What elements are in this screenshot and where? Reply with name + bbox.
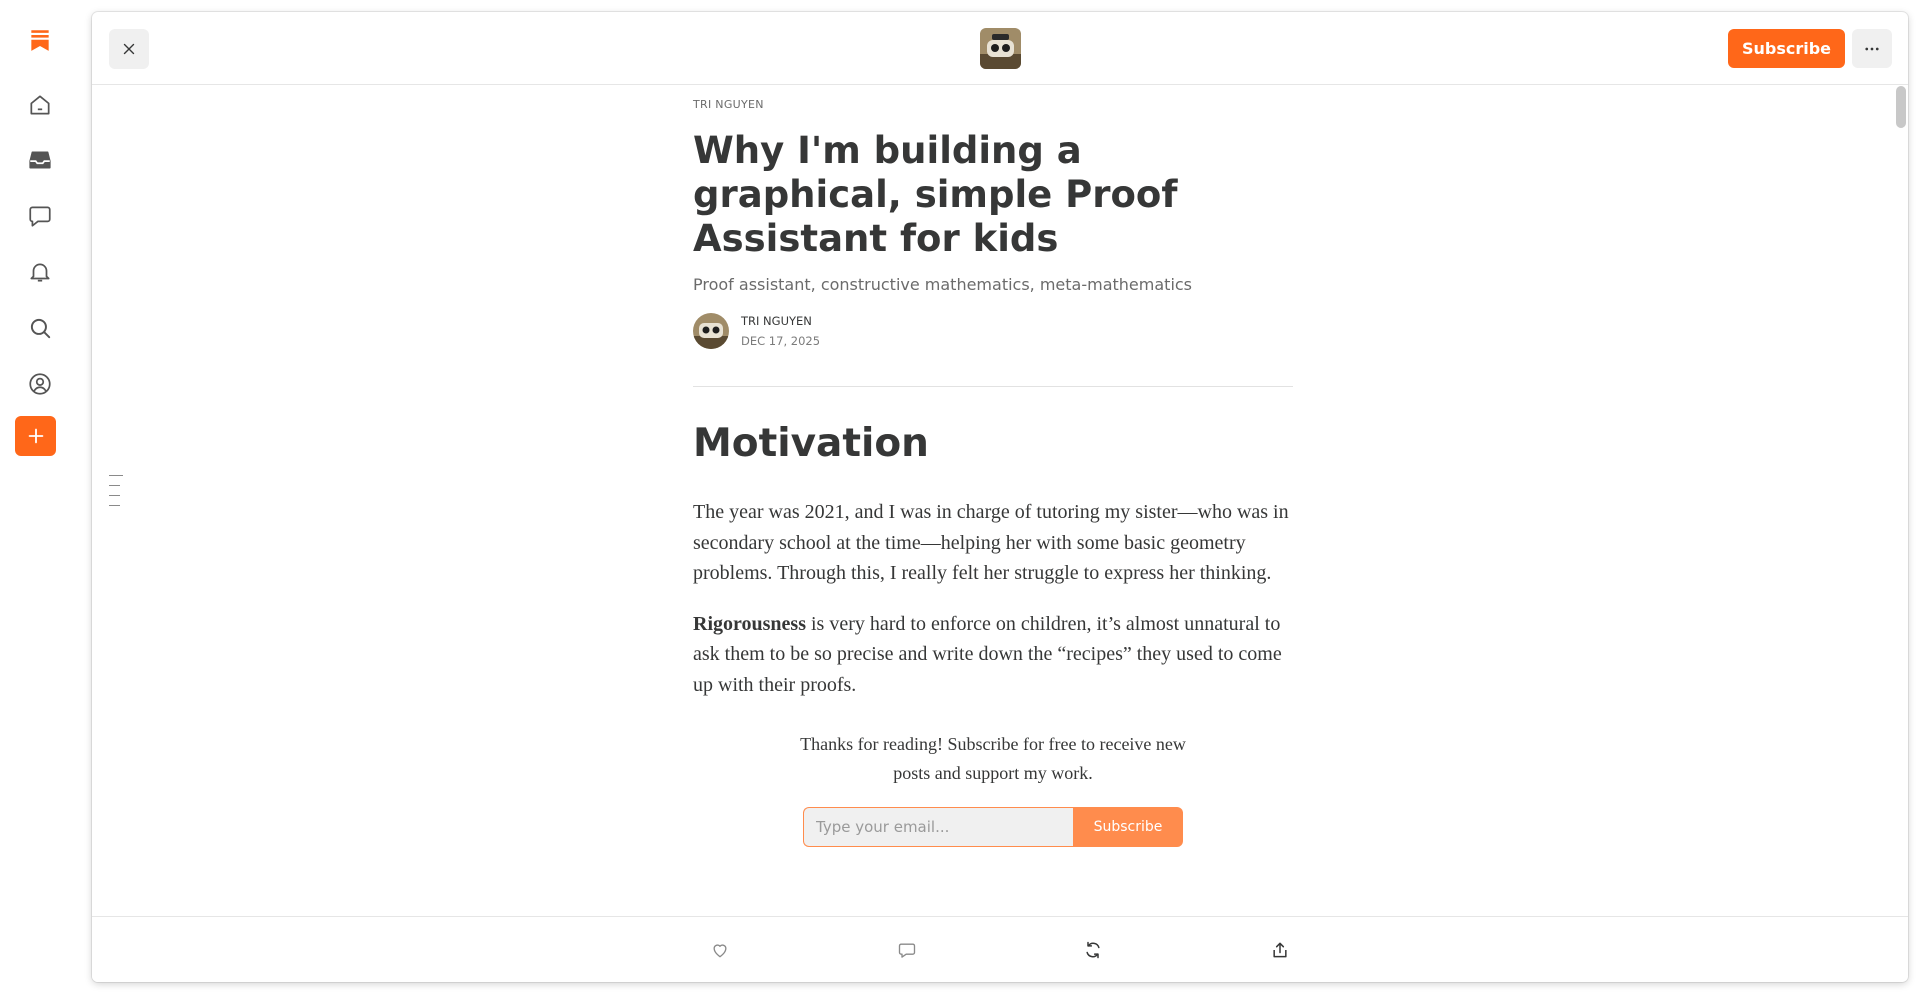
like-button[interactable] [707, 937, 733, 963]
share-button[interactable] [1267, 937, 1293, 963]
home-icon[interactable] [20, 85, 60, 125]
table-of-contents-toggle[interactable] [109, 475, 123, 515]
subscribe-submit-button[interactable]: Subscribe [1073, 807, 1183, 847]
inbox-icon[interactable] [20, 140, 60, 180]
scrollbar-thumb[interactable] [1896, 86, 1906, 128]
toc-line [109, 485, 120, 486]
comment-icon [898, 943, 916, 958]
plus-icon [28, 428, 43, 444]
subscribe-widget: Thanks for reading! Subscribe for free t… [693, 730, 1293, 847]
reader-top-bar: Subscribe [92, 12, 1908, 85]
publication-name[interactable]: TRI NGUYEN [693, 97, 1293, 113]
byline: TRI NGUYEN DEC 17, 2025 [693, 313, 1293, 353]
publication-logo[interactable] [980, 28, 1021, 69]
post-date: DEC 17, 2025 [741, 334, 821, 348]
create-post-button[interactable] [15, 416, 56, 456]
search-icon[interactable] [20, 308, 60, 348]
subscribe-button[interactable]: Subscribe [1728, 29, 1845, 68]
bold-term: Rigorousness [693, 612, 806, 635]
profile-icon[interactable] [20, 364, 60, 404]
share-icon [1273, 942, 1287, 958]
close-icon [123, 43, 135, 55]
chat-icon[interactable] [20, 196, 60, 236]
paragraph: Rigorousness is very hard to enforce on … [693, 609, 1293, 701]
toc-line [109, 495, 120, 496]
left-nav-rail [0, 0, 92, 993]
subscribe-form: Subscribe [803, 807, 1183, 847]
restack-button[interactable] [1080, 937, 1106, 963]
more-options-button[interactable] [1852, 29, 1892, 68]
subscribe-prompt: Thanks for reading! Subscribe for free t… [800, 734, 1186, 783]
substack-logo-icon[interactable] [20, 20, 60, 60]
article-body: TRI NGUYEN Why I'm building a graphical,… [693, 97, 1293, 847]
more-horizontal-icon [1865, 47, 1879, 50]
section-heading: Motivation [693, 421, 929, 466]
heart-icon [713, 944, 727, 958]
bell-icon[interactable] [20, 252, 60, 292]
post-subtitle: Proof assistant, constructive mathematic… [693, 275, 1193, 294]
close-button[interactable] [109, 29, 149, 69]
comment-button[interactable] [894, 937, 920, 963]
author-avatar[interactable] [693, 313, 729, 349]
restack-icon [1086, 941, 1100, 959]
toc-line [109, 475, 123, 476]
post-actions-bar [92, 916, 1908, 982]
toc-line [109, 505, 120, 506]
post-reader-panel: Subscribe TRI NGUYEN Why I'm building a … [92, 12, 1908, 982]
author-name[interactable]: TRI NGUYEN [741, 314, 812, 328]
email-input[interactable] [803, 807, 1073, 847]
post-title: Why I'm building a graphical, simple Pro… [693, 129, 1178, 260]
paragraph: The year was 2021, and I was in charge o… [693, 501, 1289, 584]
divider [693, 386, 1293, 387]
